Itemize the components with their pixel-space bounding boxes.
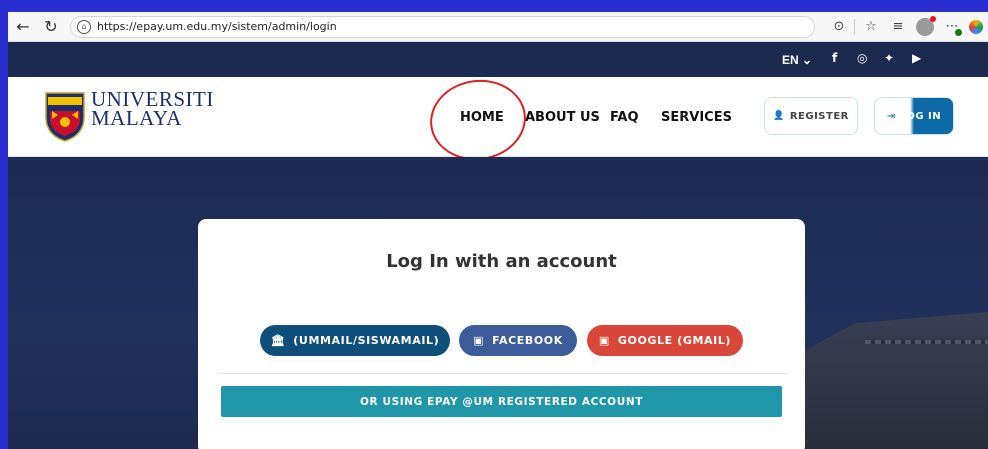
google-icon: ▣ <box>598 334 610 347</box>
profile-icon[interactable] <box>914 15 936 38</box>
url-text: https://epay.um.edu.my/sistem/admin/logi… <box>97 20 337 33</box>
university-name-line2: MALAYA <box>91 106 182 130</box>
sign-in-icon: ⇥ <box>886 110 896 122</box>
back-arrow-icon[interactable]: ← <box>12 16 34 38</box>
facebook-login-button[interactable]: ▣ FACEBOOK <box>459 325 577 356</box>
register-label: REGISTER <box>789 110 849 122</box>
google-login-button[interactable]: ▣ GOOGLE (GMAIL) <box>587 325 743 356</box>
nav-home[interactable]: HOME <box>460 110 504 125</box>
institution-icon: 🏛 <box>270 334 286 347</box>
facebook-icon[interactable]: f <box>832 51 837 65</box>
lock-icon[interactable]: ⌂ <box>77 19 91 34</box>
epay-account-login-button[interactable]: OR USING EPAY @UM REGISTERED ACCOUNT <box>221 386 782 417</box>
refresh-icon[interactable]: ↻ <box>40 16 62 38</box>
youtube-icon[interactable]: ▶ <box>912 51 921 65</box>
reader-icon[interactable]: ⊙ <box>828 16 850 38</box>
card-divider <box>218 373 789 374</box>
nav-services[interactable]: SERVICES <box>661 110 732 125</box>
login-label: LOG IN <box>899 110 942 122</box>
twitter-icon[interactable]: ✦ <box>884 51 894 65</box>
toolbar-separator <box>854 18 855 35</box>
nav-faq[interactable]: FAQ <box>610 110 639 125</box>
browser-window: ← ↻ ⌂ https://epay.um.edu.my/sistem/admi… <box>8 12 988 449</box>
update-badge-icon <box>955 28 962 36</box>
facebook-square-icon: ▣ <box>473 334 485 347</box>
instagram-icon[interactable]: ◎ <box>857 51 867 65</box>
login-card: Log In with an account 🏛 (UMMAIL/SISWAMA… <box>198 219 805 449</box>
more-menu-icon[interactable]: ⋯ <box>941 16 963 38</box>
nav-about-us[interactable]: ABOUT US <box>525 110 600 125</box>
um-mail-login-label: (UMMAIL/SISWAMAIL) <box>293 334 440 347</box>
register-button[interactable]: 👤 REGISTER <box>764 97 858 135</box>
university-name[interactable]: UNIVERSITI MALAYA <box>91 89 214 130</box>
um-mail-login-button[interactable]: 🏛 (UMMAIL/SISWAMAIL) <box>260 325 450 356</box>
favorite-star-icon[interactable]: ☆ <box>860 16 882 38</box>
google-login-label: GOOGLE (GMAIL) <box>617 334 732 347</box>
facebook-login-label: FACEBOOK <box>492 334 563 347</box>
language-selector[interactable]: EN ⌄ <box>782 53 812 67</box>
building-image <box>798 312 988 449</box>
login-card-title: Log In with an account <box>386 251 617 272</box>
favorites-list-icon[interactable]: ≡ <box>887 16 909 38</box>
address-bar[interactable]: ⌂ https://epay.um.edu.my/sistem/admin/lo… <box>70 15 815 38</box>
top-social-bar: EN ⌄ f ◎ ✦ ▶ <box>8 42 988 77</box>
copilot-icon[interactable] <box>969 19 983 34</box>
university-crest-icon[interactable] <box>44 91 86 143</box>
browser-toolbar: ← ↻ ⌂ https://epay.um.edu.my/sistem/admi… <box>8 12 988 42</box>
site-header: UNIVERSITI MALAYA HOME ABOUT US FAQ SERV… <box>8 73 988 167</box>
user-icon: 👤 <box>773 111 785 121</box>
login-button[interactable]: ⇥ LOG IN <box>874 97 954 135</box>
